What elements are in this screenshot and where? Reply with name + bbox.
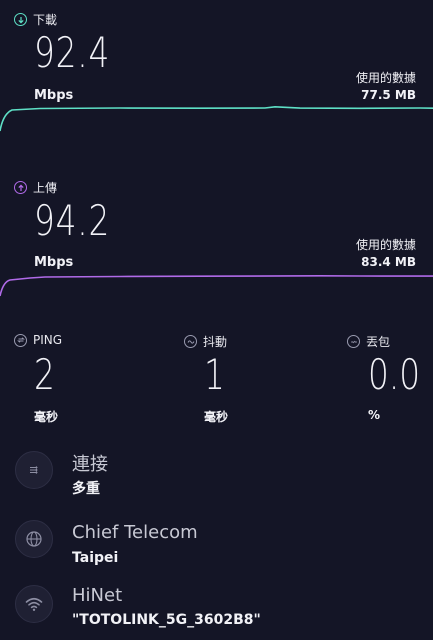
ping-value: 2 [34, 350, 55, 399]
ping-label: PING [33, 333, 63, 347]
loss-header: 丟包 [347, 333, 390, 350]
server-location: Taipei [72, 550, 119, 566]
connections-title: 連接 [72, 454, 108, 475]
download-arrow-icon [14, 13, 27, 26]
loss-icon [347, 335, 360, 348]
upload-graph-line [0, 274, 433, 297]
jitter-value: 1 [204, 350, 225, 399]
ping-unit: 毫秒 [34, 410, 59, 424]
download-graph-line [0, 105, 433, 132]
loss-value: 0.0 [368, 350, 421, 399]
connections-subtitle: 多重 [72, 481, 100, 497]
upload-arrow-icon [14, 181, 27, 194]
jitter-label: 抖動 [203, 335, 228, 349]
provider-name: HiNet [72, 585, 123, 606]
jitter-unit: 毫秒 [204, 410, 229, 424]
upload-label: 上傳 [33, 181, 58, 195]
jitter-header: 抖動 [184, 333, 227, 350]
loss-unit: % [368, 408, 381, 422]
connections-icon[interactable] [15, 451, 53, 489]
upload-speed-value: 94.2 [34, 196, 111, 245]
server-name: Chief Telecom [72, 522, 198, 543]
loss-label: 丟包 [366, 335, 391, 349]
download-speed-value: 92.4 [34, 28, 111, 77]
upload-data-used-label: 使用的數據 [355, 238, 416, 252]
download-speed-graph [0, 105, 433, 132]
jitter-icon [184, 335, 197, 348]
upload-speed-graph [0, 274, 433, 297]
upload-data-used-value: 83.4 MB [361, 255, 416, 269]
ping-header: PING [14, 333, 62, 347]
ping-icon [14, 333, 27, 347]
wifi-icon[interactable] [15, 585, 53, 623]
wifi-network-name: "TOTOLINK_5G_3602B8" [72, 612, 261, 628]
download-header: 下載 [14, 11, 57, 28]
download-data-used-label: 使用的數據 [355, 71, 416, 85]
upload-header: 上傳 [14, 179, 57, 196]
globe-icon[interactable] [15, 520, 53, 558]
download-label: 下載 [33, 13, 58, 27]
